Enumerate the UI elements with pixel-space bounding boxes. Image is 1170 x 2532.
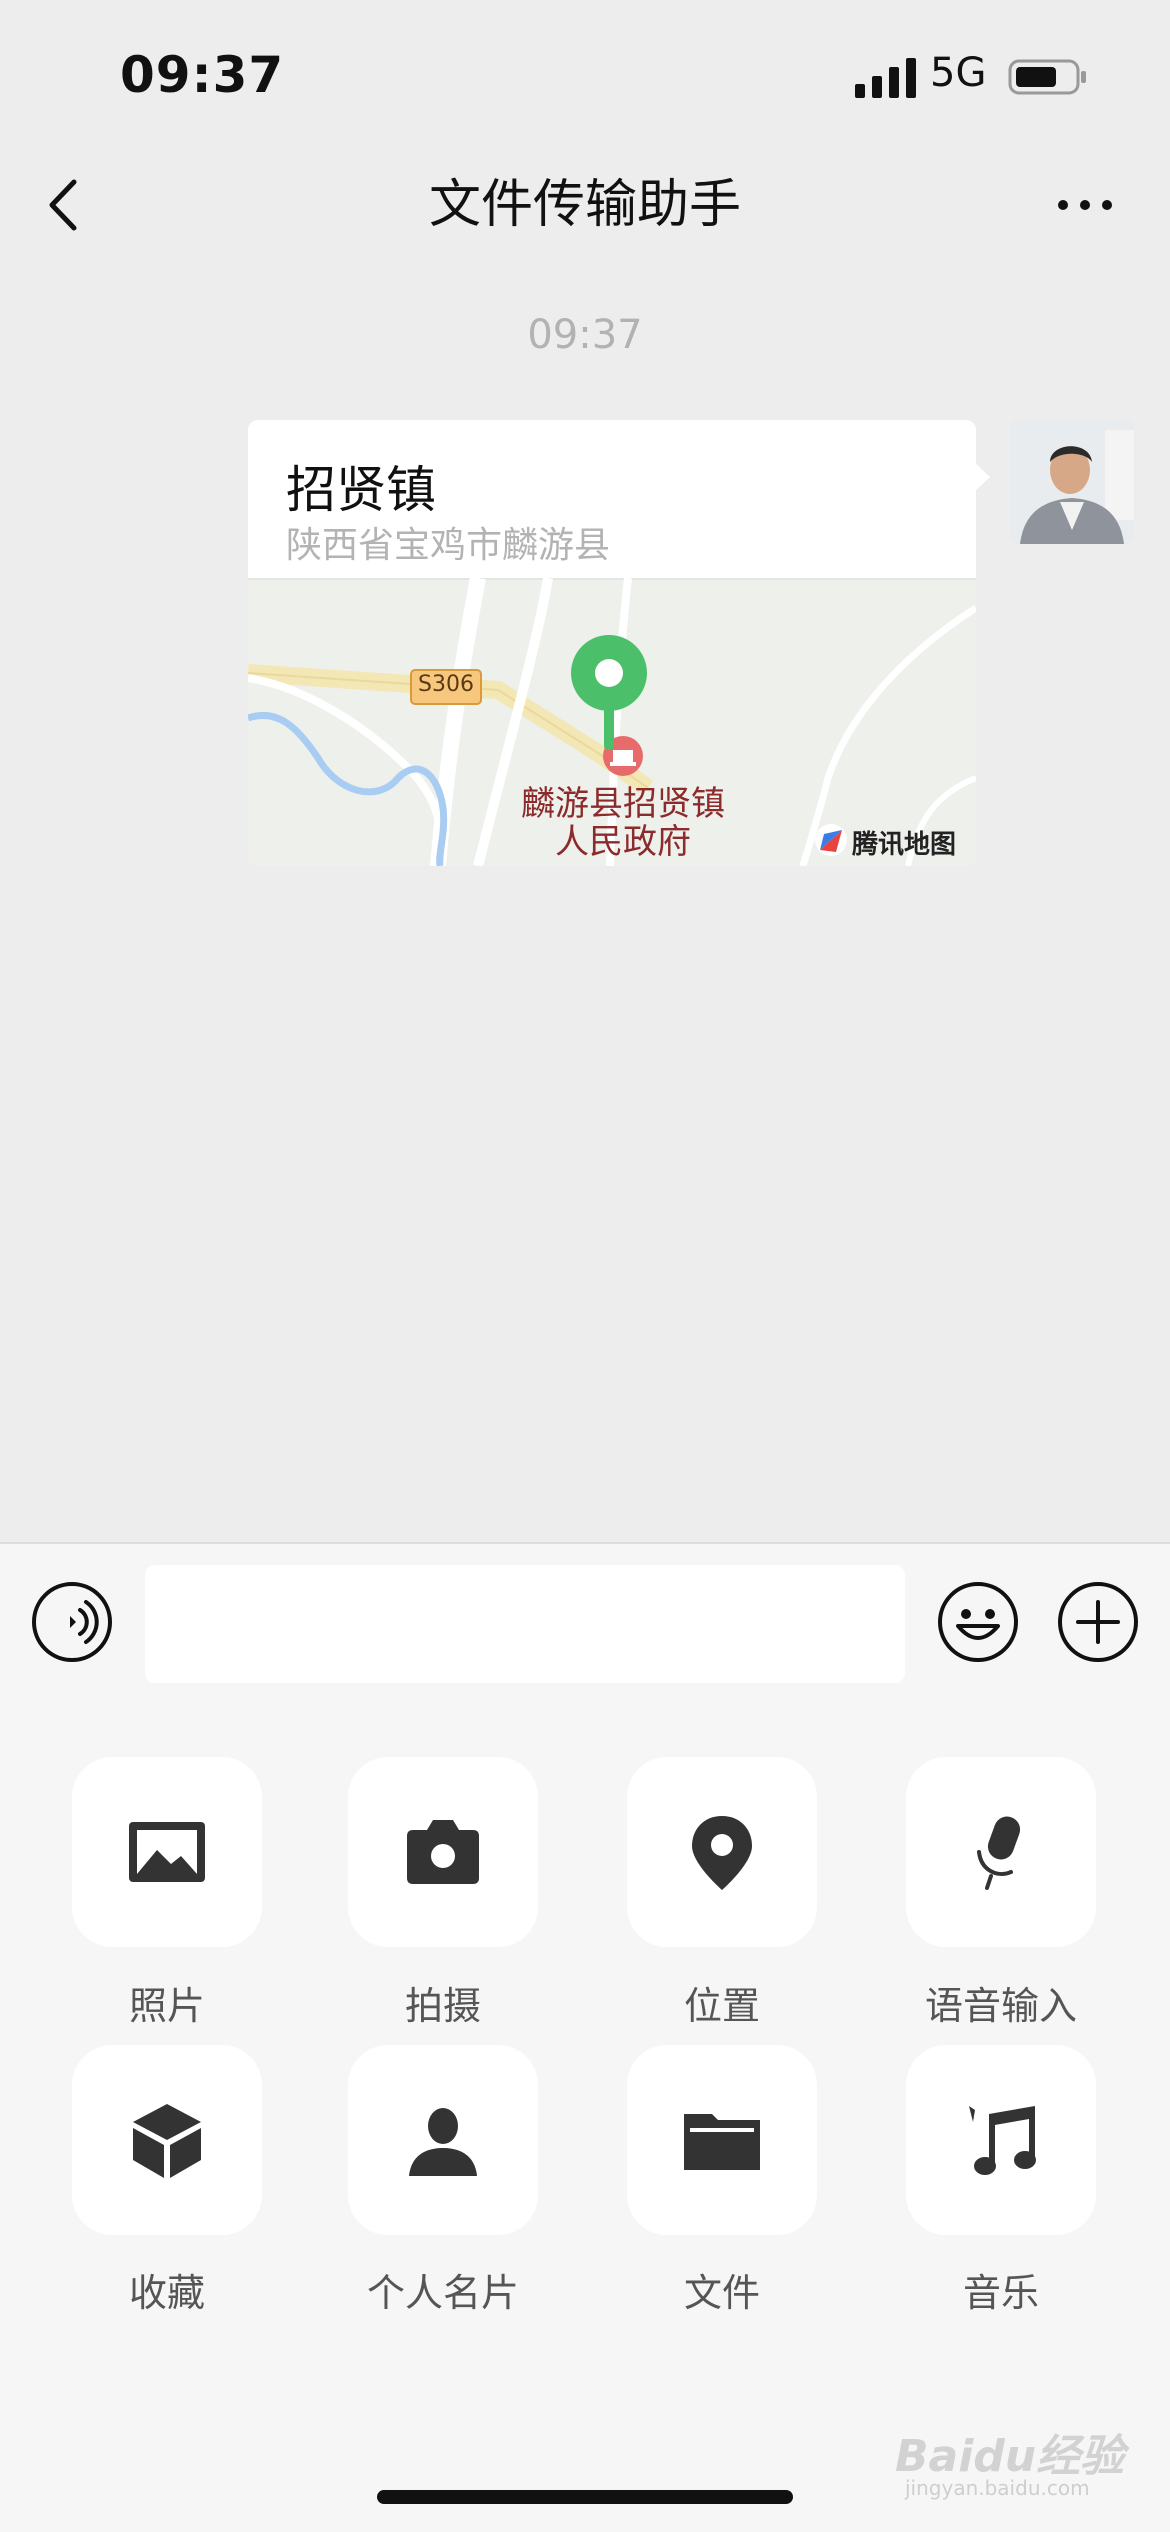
message-timestamp: 09:37 xyxy=(527,312,643,358)
bubble-tail xyxy=(974,462,990,492)
microphone-icon xyxy=(977,1816,1021,1890)
location-message-card[interactable]: 招贤镇 陕西省宝鸡市麟游县 S306 麟游县招贤镇 人民政府 腾讯地图 xyxy=(248,420,976,866)
panel-item-location[interactable] xyxy=(627,1757,817,1947)
cube-icon xyxy=(133,2104,201,2178)
location-address: 陕西省宝鸡市麟游县 xyxy=(286,525,611,566)
status-time: 09:37 xyxy=(120,46,285,104)
panel-item-camera[interactable] xyxy=(348,1757,538,1947)
panel-item-label: 语音输入 xyxy=(924,1984,1077,2028)
poi-label-line1: 麟游县招贤镇 xyxy=(521,784,725,824)
panel-item-voice-input[interactable] xyxy=(906,1757,1096,1947)
location-title: 招贤镇 xyxy=(286,461,436,519)
person-icon xyxy=(409,2108,477,2176)
poi-label-line2: 人民政府 xyxy=(555,822,691,862)
photo-icon xyxy=(129,1822,205,1882)
location-pin-icon xyxy=(692,1816,752,1890)
panel-item-label: 文件 xyxy=(683,2271,760,2315)
signal-strength-icon xyxy=(855,58,916,98)
map-provider-label: 腾讯地图 xyxy=(852,830,957,860)
panel-item-contact-card[interactable] xyxy=(348,2045,538,2235)
panel-item-label: 照片 xyxy=(128,1984,205,2028)
voice-toggle-button[interactable] xyxy=(30,1580,114,1664)
chat-title: 文件传输助手 xyxy=(428,175,741,235)
watermark-url: jingyan.baidu.com xyxy=(905,2476,1090,2500)
network-type: 5G xyxy=(930,50,987,96)
panel-item-photos[interactable] xyxy=(72,1757,262,1947)
battery-icon xyxy=(1008,59,1086,95)
music-note-icon xyxy=(969,2106,1036,2175)
panel-item-label: 拍摄 xyxy=(404,1984,481,2028)
camera-icon xyxy=(407,1820,479,1884)
panel-item-label: 收藏 xyxy=(128,2271,205,2315)
watermark-logo: Baidu经验 xyxy=(895,2431,1125,2482)
panel-item-music[interactable] xyxy=(906,2045,1096,2235)
more-options-button[interactable] xyxy=(1050,180,1120,230)
panel-item-label: 位置 xyxy=(683,1984,760,2028)
road-label: S306 xyxy=(418,672,474,697)
emoji-button[interactable] xyxy=(936,1580,1020,1664)
panel-item-label: 个人名片 xyxy=(366,2271,519,2315)
message-input[interactable] xyxy=(145,1565,905,1683)
panel-item-favorites[interactable] xyxy=(72,2045,262,2235)
home-indicator[interactable] xyxy=(377,2490,793,2504)
panel-item-file[interactable] xyxy=(627,2045,817,2235)
more-actions-button[interactable] xyxy=(1056,1580,1140,1664)
panel-item-label: 音乐 xyxy=(962,2271,1039,2315)
avatar[interactable] xyxy=(1010,420,1134,544)
folder-icon xyxy=(684,2114,760,2170)
